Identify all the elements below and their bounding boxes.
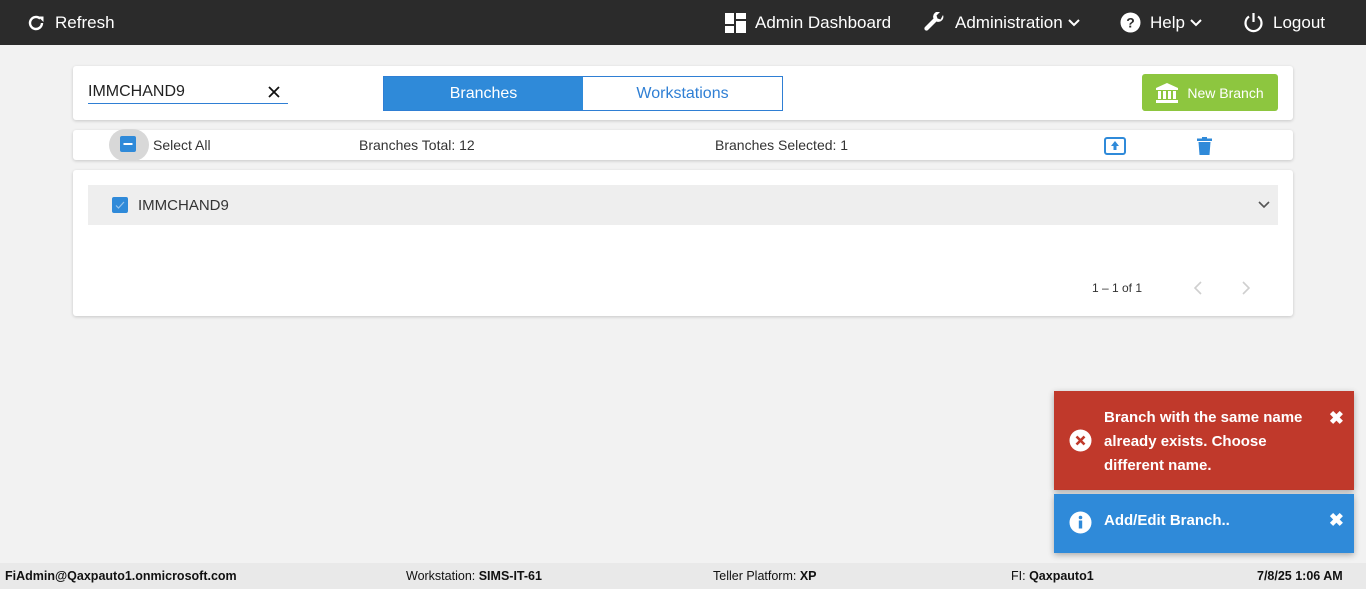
chevron-down-icon bbox=[1068, 18, 1080, 26]
status-platform: Teller Platform: XP bbox=[713, 569, 817, 583]
branches-total: Branches Total: 12 bbox=[359, 137, 475, 153]
chevron-down-icon bbox=[1190, 18, 1202, 26]
branch-name: IMMCHAND9 bbox=[138, 197, 229, 214]
close-icon[interactable]: ✖ bbox=[1329, 409, 1344, 427]
status-fi: FI: Qaxpauto1 bbox=[1011, 569, 1094, 583]
clear-search-icon[interactable] bbox=[268, 86, 280, 98]
logout-button[interactable]: Logout bbox=[1243, 0, 1325, 45]
status-workstation: Workstation: SIMS-IT-61 bbox=[406, 569, 542, 583]
new-branch-label: New Branch bbox=[1187, 84, 1264, 101]
refresh-label: Refresh bbox=[55, 12, 115, 32]
logout-label: Logout bbox=[1273, 12, 1325, 32]
tab-branches[interactable]: Branches bbox=[384, 77, 583, 110]
info-message: Add/Edit Branch.. bbox=[1104, 512, 1230, 529]
next-page-icon[interactable] bbox=[1242, 281, 1250, 295]
wrench-icon bbox=[924, 11, 944, 31]
top-nav: Refresh Admin Dashboard Administration ?… bbox=[0, 0, 1366, 45]
select-all-label: Select All bbox=[153, 137, 211, 153]
branch-checkbox[interactable] bbox=[112, 197, 128, 213]
admin-dashboard-link[interactable]: Admin Dashboard bbox=[725, 0, 891, 45]
branch-list-card: IMMCHAND9 1 – 1 of 1 bbox=[73, 170, 1293, 316]
search-card: Branches Workstations New Branch bbox=[73, 66, 1293, 120]
info-toast: Add/Edit Branch.. ✖ bbox=[1054, 494, 1354, 553]
select-all-checkbox[interactable] bbox=[120, 136, 136, 152]
new-branch-button[interactable]: New Branch bbox=[1142, 74, 1278, 111]
previous-page-icon[interactable] bbox=[1194, 281, 1202, 295]
administration-label: Administration bbox=[955, 12, 1063, 32]
checkmark-icon bbox=[115, 201, 125, 209]
administration-menu[interactable]: Administration bbox=[923, 0, 1080, 45]
tab-workstations[interactable]: Workstations bbox=[583, 77, 782, 110]
help-icon: ? bbox=[1120, 12, 1141, 33]
upload-icon[interactable] bbox=[1104, 137, 1126, 155]
admin-dashboard-label: Admin Dashboard bbox=[755, 12, 892, 32]
view-toggle: Branches Workstations bbox=[383, 76, 783, 111]
dashboard-icon bbox=[725, 12, 746, 33]
bank-icon bbox=[1156, 82, 1179, 103]
search-input[interactable] bbox=[88, 81, 263, 103]
chevron-down-icon[interactable] bbox=[1258, 201, 1270, 209]
status-datetime: 7/8/25 1:06 AM bbox=[1257, 569, 1343, 583]
help-label: Help bbox=[1150, 12, 1185, 32]
info-icon bbox=[1069, 511, 1092, 534]
error-message: Branch with the same name already exists… bbox=[1104, 409, 1303, 474]
list-item[interactable]: IMMCHAND9 bbox=[88, 185, 1278, 225]
error-icon bbox=[1069, 429, 1092, 452]
help-menu[interactable]: ? Help bbox=[1120, 0, 1202, 45]
refresh-icon bbox=[28, 15, 44, 30]
branches-selected: Branches Selected: 1 bbox=[715, 137, 849, 153]
indeterminate-icon bbox=[123, 143, 133, 145]
error-toast: Branch with the same name already exists… bbox=[1054, 391, 1354, 490]
delete-icon[interactable] bbox=[1197, 137, 1212, 155]
pagination-range: 1 – 1 of 1 bbox=[1091, 281, 1142, 295]
status-user: FiAdmin@Qaxpauto1.onmicrosoft.com bbox=[5, 569, 237, 583]
close-icon[interactable]: ✖ bbox=[1329, 511, 1344, 529]
selection-bar: Select All Branches Total: 12 Branches S… bbox=[73, 129, 1293, 161]
svg-text:?: ? bbox=[1126, 15, 1135, 31]
refresh-button[interactable]: Refresh bbox=[26, 0, 115, 45]
power-icon bbox=[1244, 13, 1263, 33]
status-bar: FiAdmin@Qaxpauto1.onmicrosoft.com Workst… bbox=[0, 563, 1366, 589]
search-field bbox=[88, 81, 288, 104]
